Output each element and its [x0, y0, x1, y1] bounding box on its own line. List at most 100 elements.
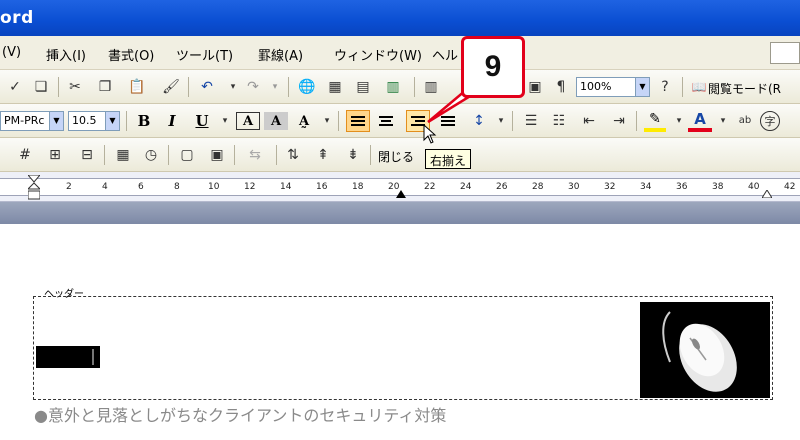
bold-button[interactable]: B	[132, 110, 156, 132]
document-page: ヘッダー ●意外と見落としがちなクライアントのセキュリティ対策	[0, 224, 800, 440]
underline-dropdown-icon[interactable]: ▾	[214, 110, 236, 132]
reading-mode-label[interactable]: 閲覧モード(R	[708, 80, 781, 97]
menu-window[interactable]: ウィンドウ(W)	[334, 45, 422, 64]
underline-button[interactable]: U	[190, 110, 214, 132]
enclose-char-button[interactable]: 字	[760, 111, 780, 131]
ruler-tick: 34	[640, 182, 652, 192]
toolbar-separator	[234, 145, 235, 165]
numbering-icon[interactable]: ☰	[520, 110, 542, 132]
toolbar-separator	[288, 77, 289, 97]
toolbar-separator	[126, 111, 127, 131]
close-header-footer-button[interactable]: 閉じる	[378, 148, 414, 165]
tooltip-text: 右揃え	[430, 154, 467, 168]
toolbar-separator	[168, 145, 169, 165]
align-center-button[interactable]	[374, 110, 398, 132]
highlight-dropdown-icon[interactable]: ▾	[668, 110, 690, 132]
switch-header-footer-icon[interactable]: ⇅	[282, 144, 304, 166]
copy-icon[interactable]: ❐	[94, 76, 116, 98]
toolbar-separator	[338, 111, 339, 131]
insert-page-count-icon[interactable]: ⊞	[44, 144, 66, 166]
align-center-icon	[379, 116, 393, 126]
toolbar-separator	[104, 145, 105, 165]
show-previous-icon[interactable]: ⇞	[312, 144, 334, 166]
insert-time-icon[interactable]: ◷	[140, 144, 162, 166]
ruler-tick: 10	[208, 182, 220, 192]
document-map-icon[interactable]: ▣	[524, 76, 546, 98]
highlight-icon[interactable]: ✎	[644, 110, 666, 132]
ruler-tick: 28	[532, 182, 544, 192]
align-left-button[interactable]	[346, 110, 370, 132]
format-page-number-icon[interactable]: ⊟	[76, 144, 98, 166]
mouse-cursor-icon	[423, 124, 437, 144]
zoom-select[interactable]: 100% ▼	[576, 77, 650, 97]
tables-borders-icon[interactable]: ▦	[324, 76, 346, 98]
chevron-down-icon[interactable]: ▼	[635, 78, 649, 96]
font-color-dropdown-icon[interactable]: ▾	[712, 110, 734, 132]
show-document-text-icon[interactable]: ▣	[206, 144, 228, 166]
help-icon[interactable]: ?	[654, 76, 676, 98]
undo-icon[interactable]: ↶	[196, 76, 218, 98]
body-heading: ●意外と見落としがちなクライアントのセキュリティ対策	[34, 406, 447, 425]
cut-icon[interactable]: ✂	[64, 76, 86, 98]
insert-page-number-icon[interactable]: #	[14, 144, 36, 166]
font-color-button[interactable]: A	[688, 110, 712, 132]
toolbar-separator	[512, 111, 513, 131]
bullets-icon[interactable]: ☷	[548, 110, 570, 132]
font-size-select[interactable]: 10.5 ▼	[68, 111, 120, 131]
undo-dropdown-icon[interactable]: ▾	[222, 76, 244, 98]
menu-format[interactable]: 書式(O)	[108, 45, 154, 64]
ruler-tick: 4	[102, 182, 108, 192]
char-border-button[interactable]: A	[236, 112, 260, 130]
ruler-tick: 2	[66, 182, 72, 192]
ruler-tick: 24	[460, 182, 472, 192]
menu-bar: (V) 挿入(I) 書式(O) ツール(T) 罫線(A) ウィンドウ(W) ヘル	[0, 36, 800, 70]
insert-date-icon[interactable]: ▦	[112, 144, 134, 166]
char-scale-button[interactable]: A̰	[292, 110, 316, 132]
menu-table[interactable]: 罫線(A)	[258, 45, 303, 64]
align-left-icon	[351, 116, 365, 126]
tab-marker-icon[interactable]	[396, 190, 406, 198]
show-next-icon[interactable]: ⇟	[342, 144, 364, 166]
toolbar-separator	[636, 111, 637, 131]
window-title: ord	[0, 8, 34, 28]
char-scale-dropdown-icon[interactable]: ▾	[316, 110, 338, 132]
paste-icon[interactable]: 📋	[126, 76, 148, 98]
format-painter-icon[interactable]: 🖌	[160, 76, 182, 98]
computer-mouse-icon	[662, 311, 737, 392]
style-select[interactable]: PM-PRc ▼	[0, 111, 64, 131]
toolbar-separator	[414, 77, 415, 97]
right-indent-marker-icon[interactable]	[762, 190, 772, 198]
phonetic-guide-button[interactable]: ab	[734, 110, 756, 132]
research-icon[interactable]: ❏	[30, 76, 52, 98]
menu-view[interactable]: (V)	[2, 45, 21, 60]
spellcheck-icon[interactable]: ✓	[4, 76, 26, 98]
reading-mode-icon[interactable]: 📖	[688, 76, 710, 98]
insert-table-icon[interactable]: ▤	[352, 76, 374, 98]
header-text-block[interactable]	[36, 346, 100, 368]
decrease-indent-icon[interactable]: ⇤	[578, 110, 600, 132]
redo-dropdown-icon[interactable]: ▾	[264, 76, 286, 98]
menu-tools[interactable]: ツール(T)	[176, 45, 233, 64]
ruler-tick: 16	[316, 182, 328, 192]
indent-marker-icon[interactable]	[28, 175, 40, 201]
increase-indent-icon[interactable]: ⇥	[608, 110, 630, 132]
document-background	[0, 202, 800, 224]
redo-icon[interactable]: ↷	[242, 76, 264, 98]
insert-excel-icon[interactable]: ▥	[382, 76, 404, 98]
menu-help[interactable]: ヘル	[432, 45, 458, 64]
header-footer-toolbar: # ⊞ ⊟ ▦ ◷ ▢ ▣ ⇆ ⇅ ⇞ ⇟ 閉じる	[0, 138, 800, 172]
toolbar-separator	[682, 77, 683, 97]
line-spacing-dropdown-icon[interactable]: ▾	[490, 110, 512, 132]
menu-insert[interactable]: 挿入(I)	[46, 45, 86, 64]
title-bar: ord	[0, 0, 800, 36]
char-shading-button[interactable]: A	[264, 112, 288, 130]
page-setup-icon[interactable]: ▢	[176, 144, 198, 166]
same-as-previous-icon[interactable]: ⇆	[244, 144, 266, 166]
show-hide-icon[interactable]: ¶	[550, 76, 572, 98]
chevron-down-icon[interactable]: ▼	[105, 112, 119, 130]
hyperlink-icon[interactable]: 🌐	[296, 76, 318, 98]
chevron-down-icon[interactable]: ▼	[49, 112, 63, 130]
ruler-tick: 40	[748, 182, 760, 192]
help-search-box[interactable]	[770, 42, 800, 64]
italic-button[interactable]: I	[160, 110, 184, 132]
